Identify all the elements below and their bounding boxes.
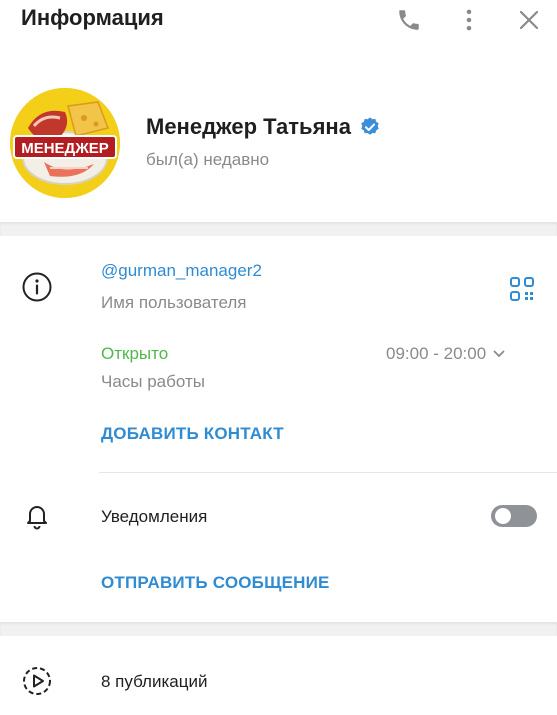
stories-play-icon (20, 664, 54, 698)
add-contact-button[interactable]: ДОБАВИТЬ КОНТАКТ (101, 424, 284, 444)
section-divider (0, 222, 557, 236)
username-label: Имя пользователя (101, 293, 247, 312)
qr-code-icon[interactable] (508, 275, 536, 303)
profile-name: Менеджер Татьяна (146, 114, 381, 140)
profile-name-text: Менеджер Татьяна (146, 114, 351, 139)
notifications-toggle[interactable] (491, 505, 537, 527)
publications-label[interactable]: 8 публикаций (101, 672, 207, 692)
hours-label: Часы работы (101, 372, 205, 391)
info-icon (20, 270, 54, 304)
verified-badge-icon (359, 116, 381, 138)
hours-status: Открыто (101, 344, 169, 363)
chevron-down-icon (492, 347, 506, 361)
bell-icon (20, 499, 54, 533)
header: Информация (0, 0, 557, 42)
toggle-knob (495, 508, 511, 524)
send-message-button[interactable]: ОТПРАВИТЬ СООБЩЕНИЕ (101, 573, 330, 593)
separator (99, 472, 557, 473)
hours-dropdown[interactable]: 09:00 - 20:00 (386, 344, 506, 364)
profile-status: был(а) недавно (146, 150, 270, 169)
more-icon[interactable] (455, 6, 483, 34)
close-icon[interactable] (515, 6, 543, 34)
username-link[interactable]: @gurman_manager2 (101, 261, 262, 281)
hours-value: 09:00 - 20:00 (386, 344, 487, 363)
svg-text:МЕНЕДЖЕР: МЕНЕДЖЕР (21, 140, 109, 157)
info-panel: Информация МЕНЕДЖЕР Менеджер Татьяна был… (0, 0, 557, 715)
phone-icon[interactable] (395, 6, 423, 34)
avatar[interactable]: МЕНЕДЖЕР (10, 88, 120, 198)
page-title: Информация (21, 5, 164, 30)
notifications-label: Уведомления (101, 507, 208, 526)
section-divider (0, 622, 557, 636)
